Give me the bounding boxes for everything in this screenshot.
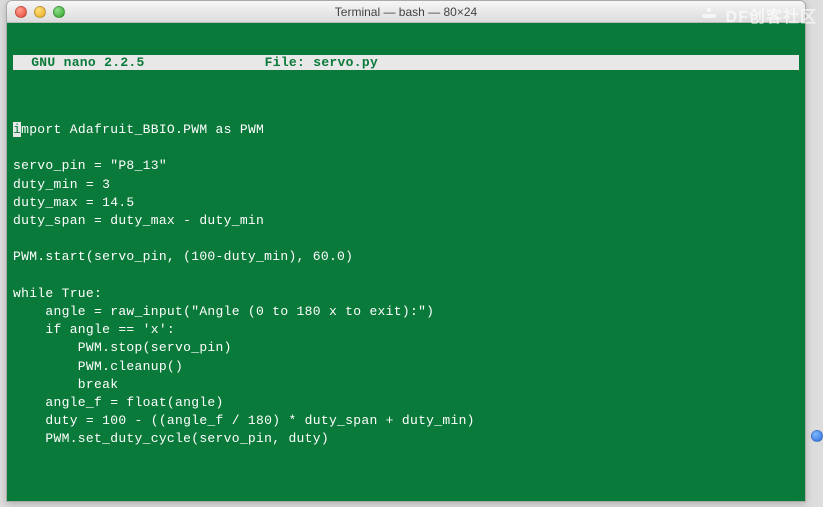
code-line: while True:	[13, 286, 102, 301]
code-line: duty_max = 14.5	[13, 195, 135, 210]
code-line: break	[13, 377, 118, 392]
editor-body[interactable]: import Adafruit_BBIO.PWM as PWM servo_pi…	[13, 121, 799, 449]
window-title: Terminal — bash — 80×24	[7, 1, 805, 23]
code-line: if angle == 'x':	[13, 322, 175, 337]
nano-header: GNU nano 2.2.5 File: servo.py	[13, 55, 799, 70]
code-line: duty_min = 3	[13, 177, 110, 192]
code-line: PWM.cleanup()	[13, 359, 183, 374]
cursor: i	[13, 122, 21, 137]
code-line-0-rest: mport Adafruit_BBIO.PWM as PWM	[21, 122, 264, 137]
titlebar: Terminal — bash — 80×24	[7, 1, 805, 23]
code-line: duty = 100 - ((angle_f / 180) * duty_spa…	[13, 413, 475, 428]
code-line: PWM.start(servo_pin, (100-duty_min), 60.…	[13, 249, 353, 264]
code-line: PWM.stop(servo_pin)	[13, 340, 232, 355]
terminal-content[interactable]: GNU nano 2.2.5 File: servo.py import Ada…	[7, 23, 805, 501]
code-line: angle_f = float(angle)	[13, 395, 224, 410]
code-line: PWM.set_duty_cycle(servo_pin, duty)	[13, 431, 329, 446]
nano-file: File: servo.py	[265, 55, 378, 70]
code-line: angle = raw_input("Angle (0 to 180 x to …	[13, 304, 434, 319]
terminal-window: Terminal — bash — 80×24 GNU nano 2.2.5 F…	[6, 0, 806, 502]
code-line: servo_pin = "P8_13"	[13, 158, 167, 173]
status-line-wrap: [ Read 19 lines ]	[13, 498, 799, 502]
nano-version: GNU nano 2.2.5	[15, 55, 265, 70]
scroll-indicator-icon[interactable]	[811, 430, 823, 442]
code-line: duty_span = duty_max - duty_min	[13, 213, 264, 228]
